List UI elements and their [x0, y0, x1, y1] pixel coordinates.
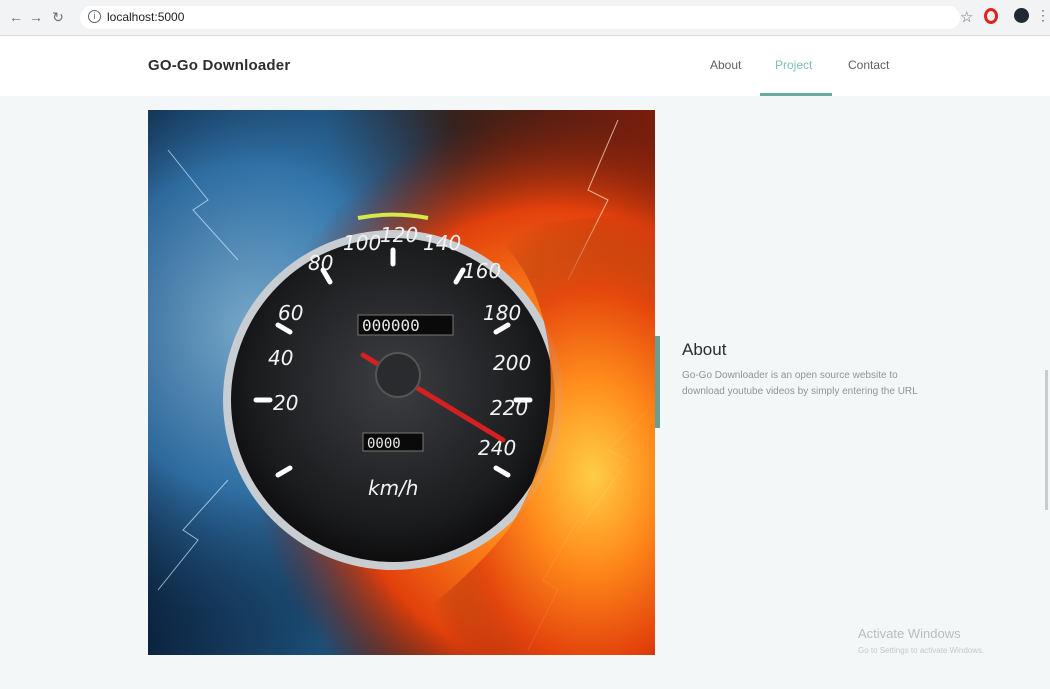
- forward-arrow-icon[interactable]: →: [28, 9, 44, 25]
- about-description: Go-Go Downloader is an open source websi…: [682, 370, 918, 397]
- gauge-label-140: 140: [423, 231, 461, 255]
- activate-windows-title: Activate Windows: [858, 626, 961, 641]
- site-info-icon[interactable]: i: [88, 10, 101, 23]
- gauge-label-120: 120: [380, 223, 418, 247]
- gauge-label-20: 20: [273, 391, 298, 415]
- gauge-label-160: 160: [463, 259, 501, 283]
- brand-logo[interactable]: GO-Go Downloader: [148, 57, 290, 74]
- nav-link-contact[interactable]: Contact: [848, 58, 889, 72]
- opera-icon[interactable]: [984, 8, 998, 24]
- address-bar-url: localhost:5000: [107, 10, 185, 24]
- gauge-label-60: 60: [278, 301, 303, 325]
- profile-avatar-icon[interactable]: [1014, 8, 1029, 23]
- speed-unit: km/h: [368, 476, 418, 500]
- hero-image: 80 100 120 140 160 180 200 220 240 60 40…: [148, 110, 655, 655]
- address-bar[interactable]: i localhost:5000: [80, 6, 960, 29]
- gauge-label-180: 180: [483, 301, 521, 325]
- reload-icon[interactable]: ↻: [50, 9, 66, 25]
- back-arrow-icon[interactable]: ←: [8, 9, 24, 25]
- bookmark-star-icon[interactable]: ☆: [960, 8, 973, 26]
- about-accent-bar: [655, 336, 660, 428]
- kebab-menu-icon[interactable]: ⋮: [1036, 7, 1050, 24]
- page-scrollbar[interactable]: [1045, 370, 1048, 510]
- gauge-label-40: 40: [268, 346, 293, 370]
- nav-link-project[interactable]: Project: [775, 58, 812, 72]
- gauge-label-200: 200: [493, 351, 531, 375]
- gauge-label-240: 240: [478, 436, 516, 460]
- gauge-label-220: 220: [490, 396, 528, 420]
- site-header: GO-Go Downloader About Project Contact: [0, 36, 1050, 96]
- browser-toolbar: ← → ↻ i localhost:5000 ☆ ⋮: [0, 0, 1050, 36]
- gauge-label-80: 80: [308, 251, 333, 275]
- gauge-label-100: 100: [343, 231, 381, 255]
- about-heading: About: [682, 340, 727, 359]
- nav-link-about[interactable]: About: [710, 58, 741, 72]
- odometer: 000000: [362, 316, 420, 335]
- activate-windows-subtitle: Go to Settings to activate Windows.: [858, 646, 985, 655]
- trip-meter: 0000: [367, 436, 401, 452]
- active-nav-indicator: [760, 93, 832, 96]
